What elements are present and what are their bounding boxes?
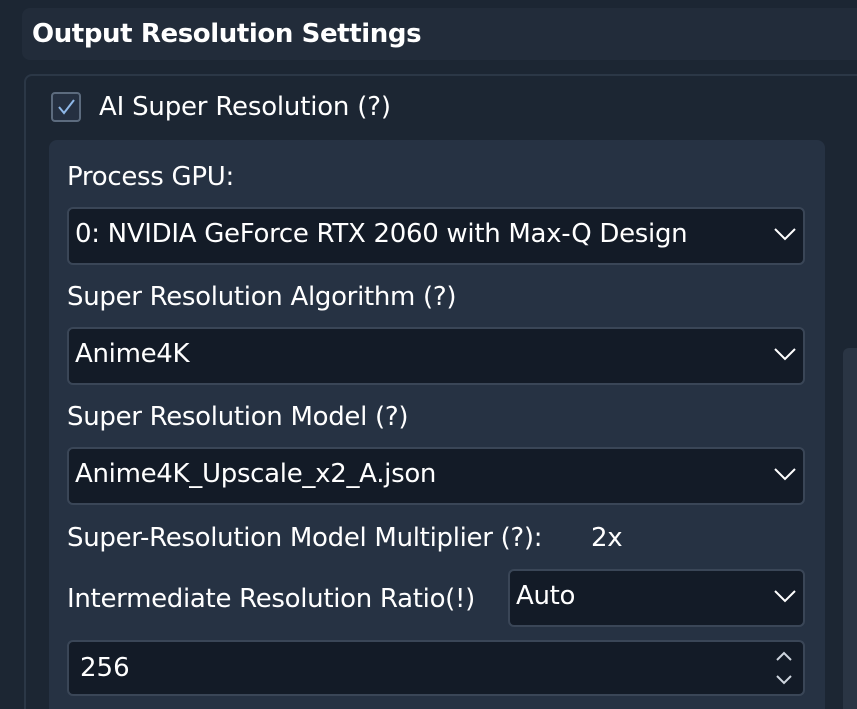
checkmark-icon [58, 99, 75, 115]
spinbox-value: 256 [80, 653, 130, 683]
multiplier-label: Super-Resolution Model Multiplier (?): [67, 523, 543, 553]
settings-window: Output Resolution Settings AI Super Reso… [0, 0, 857, 709]
algorithm-value: Anime4K [75, 339, 190, 369]
chevron-down-icon [774, 228, 796, 241]
chevron-down-icon [774, 590, 796, 603]
intermediate-size-spinbox[interactable]: 256 [67, 640, 805, 696]
chevron-down-icon [774, 468, 796, 481]
section-title: Output Resolution Settings [32, 19, 422, 49]
multiplier-value: 2x [591, 523, 623, 553]
chevron-up-icon[interactable] [775, 650, 793, 662]
intermediate-ratio-label: Intermediate Resolution Ratio(!) [67, 584, 475, 614]
model-label: Super Resolution Model (?) [67, 402, 409, 432]
vertical-scrollbar[interactable] [843, 348, 857, 709]
intermediate-ratio-value: Auto [516, 581, 576, 611]
model-select[interactable]: Anime4K_Upscale_x2_A.json [67, 447, 805, 505]
algorithm-select[interactable]: Anime4K [67, 327, 805, 385]
process-gpu-select[interactable]: 0: NVIDIA GeForce RTX 2060 with Max-Q De… [67, 207, 805, 265]
process-gpu-value: 0: NVIDIA GeForce RTX 2060 with Max-Q De… [75, 219, 688, 249]
model-value: Anime4K_Upscale_x2_A.json [75, 459, 437, 489]
algorithm-label: Super Resolution Algorithm (?) [67, 282, 457, 312]
chevron-down-icon [774, 348, 796, 361]
section-header[interactable]: Output Resolution Settings [22, 8, 857, 60]
intermediate-ratio-select[interactable]: Auto [508, 569, 805, 627]
chevron-down-icon[interactable] [775, 674, 793, 686]
ai-super-resolution-label[interactable]: AI Super Resolution (?) [99, 92, 391, 122]
ai-super-resolution-checkbox[interactable] [51, 92, 81, 122]
process-gpu-label: Process GPU: [67, 162, 234, 192]
